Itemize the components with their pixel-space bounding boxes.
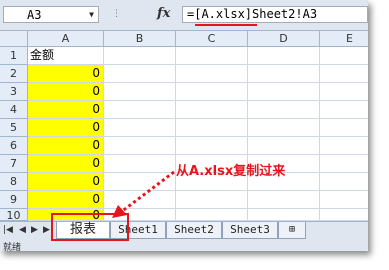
annotation-arrow-icon [112,170,175,218]
